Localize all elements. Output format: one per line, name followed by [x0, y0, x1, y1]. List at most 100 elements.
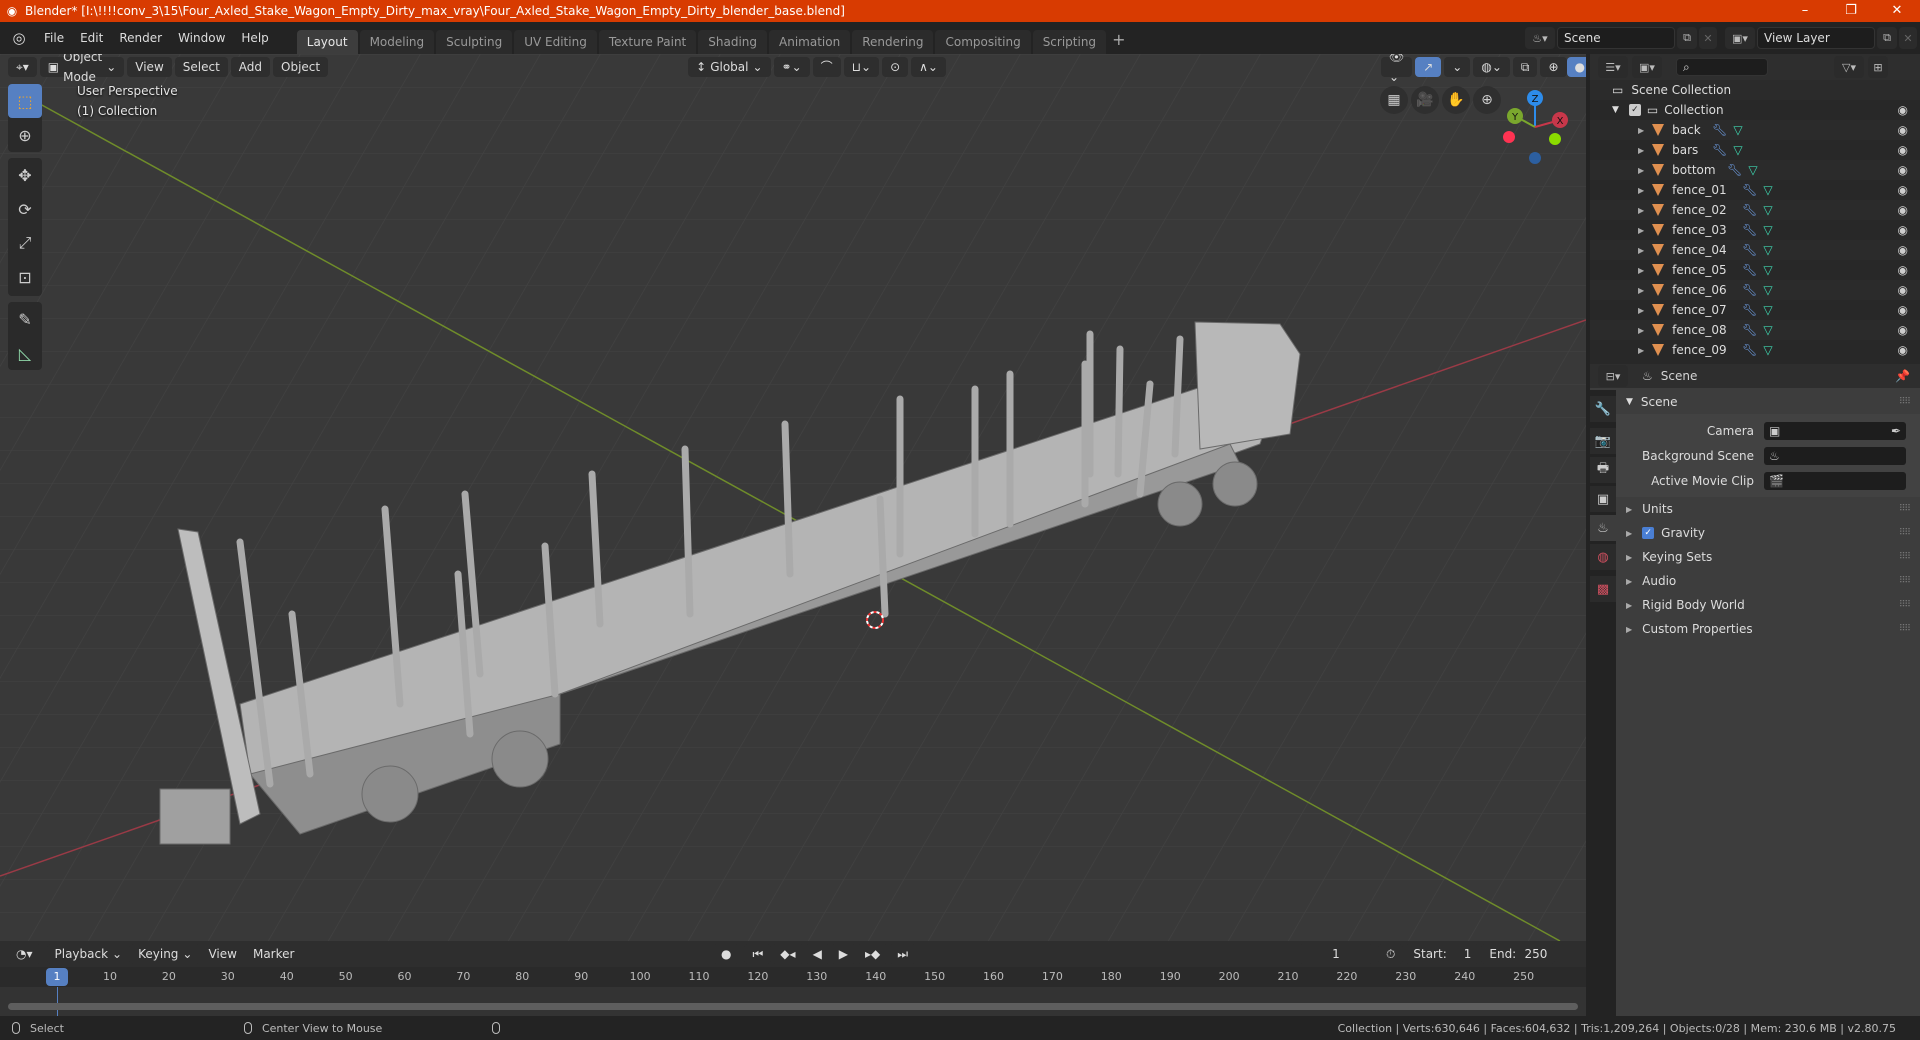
close-button[interactable]: ✕	[1874, 0, 1920, 22]
modifier-wrench-icon[interactable]: 🔧︎	[1712, 123, 1727, 137]
expand-arrow-icon[interactable]: ▶	[1638, 246, 1644, 255]
eye-icon[interactable]: ◉	[1898, 103, 1908, 117]
expand-arrow-icon[interactable]: ▶	[1638, 146, 1644, 155]
cursor-tool[interactable]: ⊕	[8, 118, 42, 152]
menu-help[interactable]: Help	[233, 28, 276, 48]
camera-field[interactable]: ▣ ✒	[1764, 421, 1906, 440]
add-workspace-button[interactable]: +	[1106, 30, 1131, 54]
eyedropper-icon[interactable]: ✒	[1891, 424, 1901, 438]
menu-select[interactable]: Select	[174, 57, 228, 77]
menu-window[interactable]: Window	[170, 28, 233, 48]
solid-shading-button[interactable]: ●	[1566, 57, 1586, 77]
maximize-button[interactable]: ❐	[1828, 0, 1874, 22]
tab-rendering[interactable]: Rendering	[852, 30, 934, 54]
tab-texture-paint[interactable]: Texture Paint	[598, 30, 697, 54]
eye-icon[interactable]: ◉	[1898, 323, 1908, 337]
blender-menu-icon[interactable]: ◎	[10, 29, 28, 47]
scene-collection-row[interactable]: ▭ Scene Collection	[1590, 80, 1920, 100]
view-layer-selector-icon[interactable]: ▣▾	[1725, 27, 1755, 49]
mesh-data-icon[interactable]: ▽	[1748, 163, 1757, 177]
mode-selector[interactable]: ▣ Object Mode ⌄	[39, 54, 125, 84]
tab-sculpting[interactable]: Sculpting	[436, 30, 513, 54]
panel-custom-properties[interactable]: ▶ Custom Properties ⠿⠿	[1616, 617, 1920, 641]
snap-toggle[interactable]: ⌒	[812, 57, 841, 77]
menu-edit[interactable]: Edit	[72, 28, 111, 48]
drag-handle-icon[interactable]: ⠿⠿	[1899, 552, 1911, 562]
proportional-edit-toggle[interactable]: ⊙	[882, 57, 909, 77]
world-tab[interactable]: ◍	[1590, 544, 1616, 570]
tab-shading[interactable]: Shading	[698, 30, 767, 54]
drag-handle-icon[interactable]: ⠿⠿	[1899, 576, 1911, 586]
timeline-editor-type-icon[interactable]: ◔▾	[8, 944, 41, 964]
mesh-data-icon[interactable]: ▽	[1733, 123, 1742, 137]
prev-keyframe-button[interactable]: ◆◂	[772, 944, 804, 964]
modifier-wrench-icon[interactable]: 🔧︎	[1742, 223, 1757, 237]
eye-icon[interactable]: ◉	[1898, 143, 1908, 157]
navigation-gizmo[interactable]: Z Y X	[1495, 84, 1575, 169]
scene-tab[interactable]: ♨	[1590, 515, 1616, 541]
outliner-object-row[interactable]: ▶ fence_01 🔧︎ ▽ ◉	[1590, 180, 1920, 200]
current-frame-indicator[interactable]: 1	[46, 968, 68, 986]
gizmo-neg-z[interactable]	[1529, 152, 1541, 164]
mesh-data-icon[interactable]: ▽	[1763, 323, 1772, 337]
transform-orientation-dropdown[interactable]: ↕ Global ⌄	[688, 57, 771, 77]
viewport-canvas[interactable]	[0, 54, 1586, 941]
start-frame-field[interactable]: Start: 1	[1405, 944, 1480, 964]
eye-icon[interactable]: ◉	[1898, 343, 1908, 357]
annotate-tool[interactable]: ✎	[8, 302, 42, 336]
transform-tool[interactable]: ⊡	[8, 260, 42, 294]
texture-tab[interactable]: ▩	[1590, 576, 1616, 602]
outliner-object-row[interactable]: ▶ fence_02 🔧︎ ▽ ◉	[1590, 200, 1920, 220]
mesh-data-icon[interactable]: ▽	[1763, 343, 1772, 357]
play-button[interactable]: ▶	[830, 944, 857, 964]
outliner-object-row[interactable]: ▶ fence_08 🔧︎ ▽ ◉	[1590, 320, 1920, 340]
tab-animation[interactable]: Animation	[769, 30, 851, 54]
timeline-view-menu[interactable]: View	[200, 944, 244, 964]
keying-menu[interactable]: Keying ⌄	[130, 944, 201, 964]
collection-checkbox[interactable]: ✓	[1628, 104, 1641, 116]
eye-icon[interactable]: ◉	[1898, 123, 1908, 137]
jump-end-button[interactable]: ⏭	[889, 944, 917, 964]
expand-arrow-icon[interactable]: ▶	[1638, 126, 1644, 135]
minimize-button[interactable]: –	[1782, 0, 1828, 22]
outliner-object-row[interactable]: ▶ fence_03 🔧︎ ▽ ◉	[1590, 220, 1920, 240]
scale-tool[interactable]: ⤢	[8, 226, 42, 260]
mesh-data-icon[interactable]: ▽	[1763, 203, 1772, 217]
collection-row[interactable]: ▼ ✓ ▭ Collection ◉	[1590, 100, 1920, 120]
expand-arrow-icon[interactable]: ▶	[1638, 326, 1644, 335]
mesh-data-icon[interactable]: ▽	[1763, 303, 1772, 317]
outliner-object-row[interactable]: ▶ back 🔧︎ ▽ ◉	[1590, 120, 1920, 140]
expand-arrow-icon[interactable]: ▶	[1638, 226, 1644, 235]
eye-icon[interactable]: ◉	[1898, 263, 1908, 277]
editor-type-icon[interactable]: ⌖▾	[8, 57, 37, 77]
expand-arrow-icon[interactable]: ▶	[1638, 346, 1644, 355]
mesh-data-icon[interactable]: ▽	[1763, 263, 1772, 277]
mesh-data-icon[interactable]: ▽	[1763, 283, 1772, 297]
3d-viewport[interactable]: ⌖▾ ▣ Object Mode ⌄ View Select Add Object …	[0, 54, 1586, 941]
display-mode-icon[interactable]: ▣▾	[1632, 56, 1662, 78]
drag-handle-icon[interactable]: ⠿⠿	[1899, 397, 1911, 407]
delete-view-layer-icon[interactable]: ✕	[1899, 27, 1917, 49]
wireframe-shading-button[interactable]: ⊕	[1540, 57, 1567, 77]
tab-scripting[interactable]: Scripting	[1032, 30, 1107, 54]
menu-view[interactable]: View	[127, 57, 172, 77]
drag-handle-icon[interactable]: ⠿⠿	[1899, 528, 1911, 538]
eye-icon[interactable]: ◉	[1898, 203, 1908, 217]
delete-scene-icon[interactable]: ✕	[1699, 27, 1717, 49]
panel-keying-sets[interactable]: ▶ Keying Sets ⠿⠿	[1616, 545, 1920, 569]
pin-icon[interactable]: 📌	[1895, 369, 1910, 383]
expand-arrow-icon[interactable]: ▶	[1638, 206, 1644, 215]
gizmo-dropdown[interactable]: ⌄	[1444, 57, 1471, 77]
measure-tool[interactable]: ◺	[8, 336, 42, 370]
current-frame-field[interactable]: 1	[1299, 944, 1373, 964]
drag-handle-icon[interactable]: ⠿⠿	[1899, 600, 1911, 610]
play-reverse-button[interactable]: ◀	[804, 944, 830, 964]
eye-icon[interactable]: ◉	[1898, 223, 1908, 237]
outliner-object-row[interactable]: ▶ fence_05 🔧︎ ▽ ◉	[1590, 260, 1920, 280]
outliner-object-row[interactable]: ▶ fence_07 🔧︎ ▽ ◉	[1590, 300, 1920, 320]
tab-compositing[interactable]: Compositing	[935, 30, 1031, 54]
render-tab[interactable]: 📷	[1590, 428, 1616, 454]
playback-menu[interactable]: Playback ⌄	[46, 944, 131, 964]
modifier-wrench-icon[interactable]: 🔧︎	[1727, 163, 1742, 177]
outliner-object-row[interactable]: ▶ fence_09 🔧︎ ▽ ◉	[1590, 340, 1920, 360]
